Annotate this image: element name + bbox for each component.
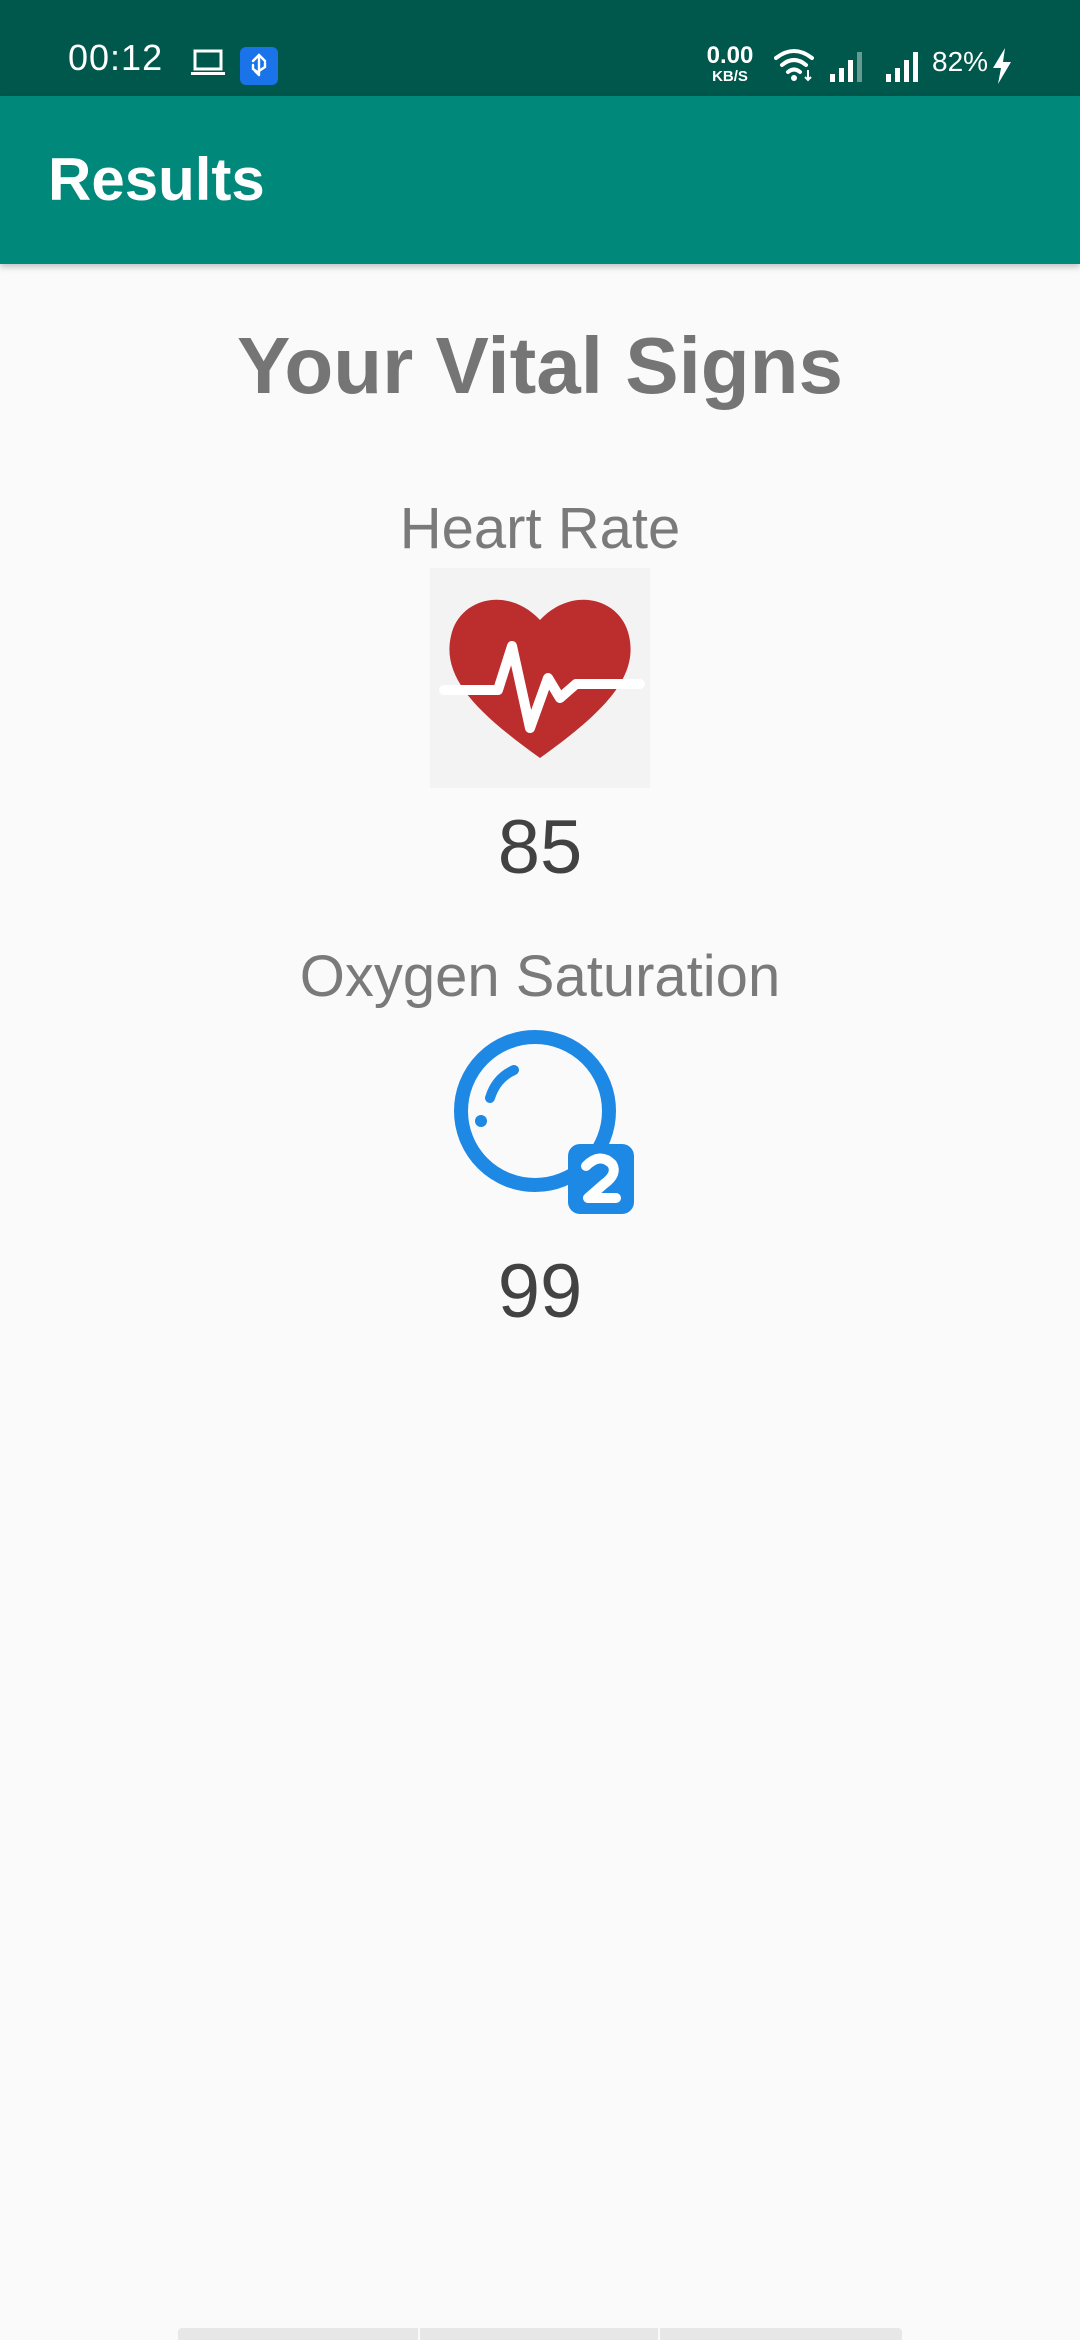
app-bar: Results xyxy=(0,96,1080,264)
wifi-icon xyxy=(774,49,814,82)
network-speed-unit: KB/S xyxy=(712,68,748,85)
laptop-icon xyxy=(191,49,225,75)
network-speed: 0.00 KB/S xyxy=(704,42,756,85)
heart-rate-value: 85 xyxy=(497,805,583,890)
heart-rate-icon xyxy=(430,568,650,788)
heart-rate-label: Heart Rate xyxy=(399,496,681,561)
battery-percent: 82% xyxy=(932,46,989,77)
nav-divider xyxy=(658,2328,660,2340)
charging-icon xyxy=(993,48,1011,84)
signal-icon xyxy=(886,52,918,82)
oxygen-saturation-value: 99 xyxy=(497,1249,583,1334)
page-heading: Your Vital Signs xyxy=(236,321,844,410)
gesture-nav-bar[interactable] xyxy=(178,2328,902,2340)
nav-divider xyxy=(418,2328,420,2340)
status-time: 00:12 xyxy=(68,37,164,78)
oxygen-saturation-label: Oxygen Saturation xyxy=(299,944,781,1009)
app-title: Results xyxy=(48,146,265,213)
usb-debug-icon xyxy=(240,47,278,85)
status-bar: 00:12 0.00 KB/S 82% xyxy=(0,0,1080,96)
signal-icon xyxy=(830,52,862,82)
network-speed-value: 0.00 xyxy=(706,42,754,69)
oxygen-o2-icon xyxy=(454,1030,634,1214)
